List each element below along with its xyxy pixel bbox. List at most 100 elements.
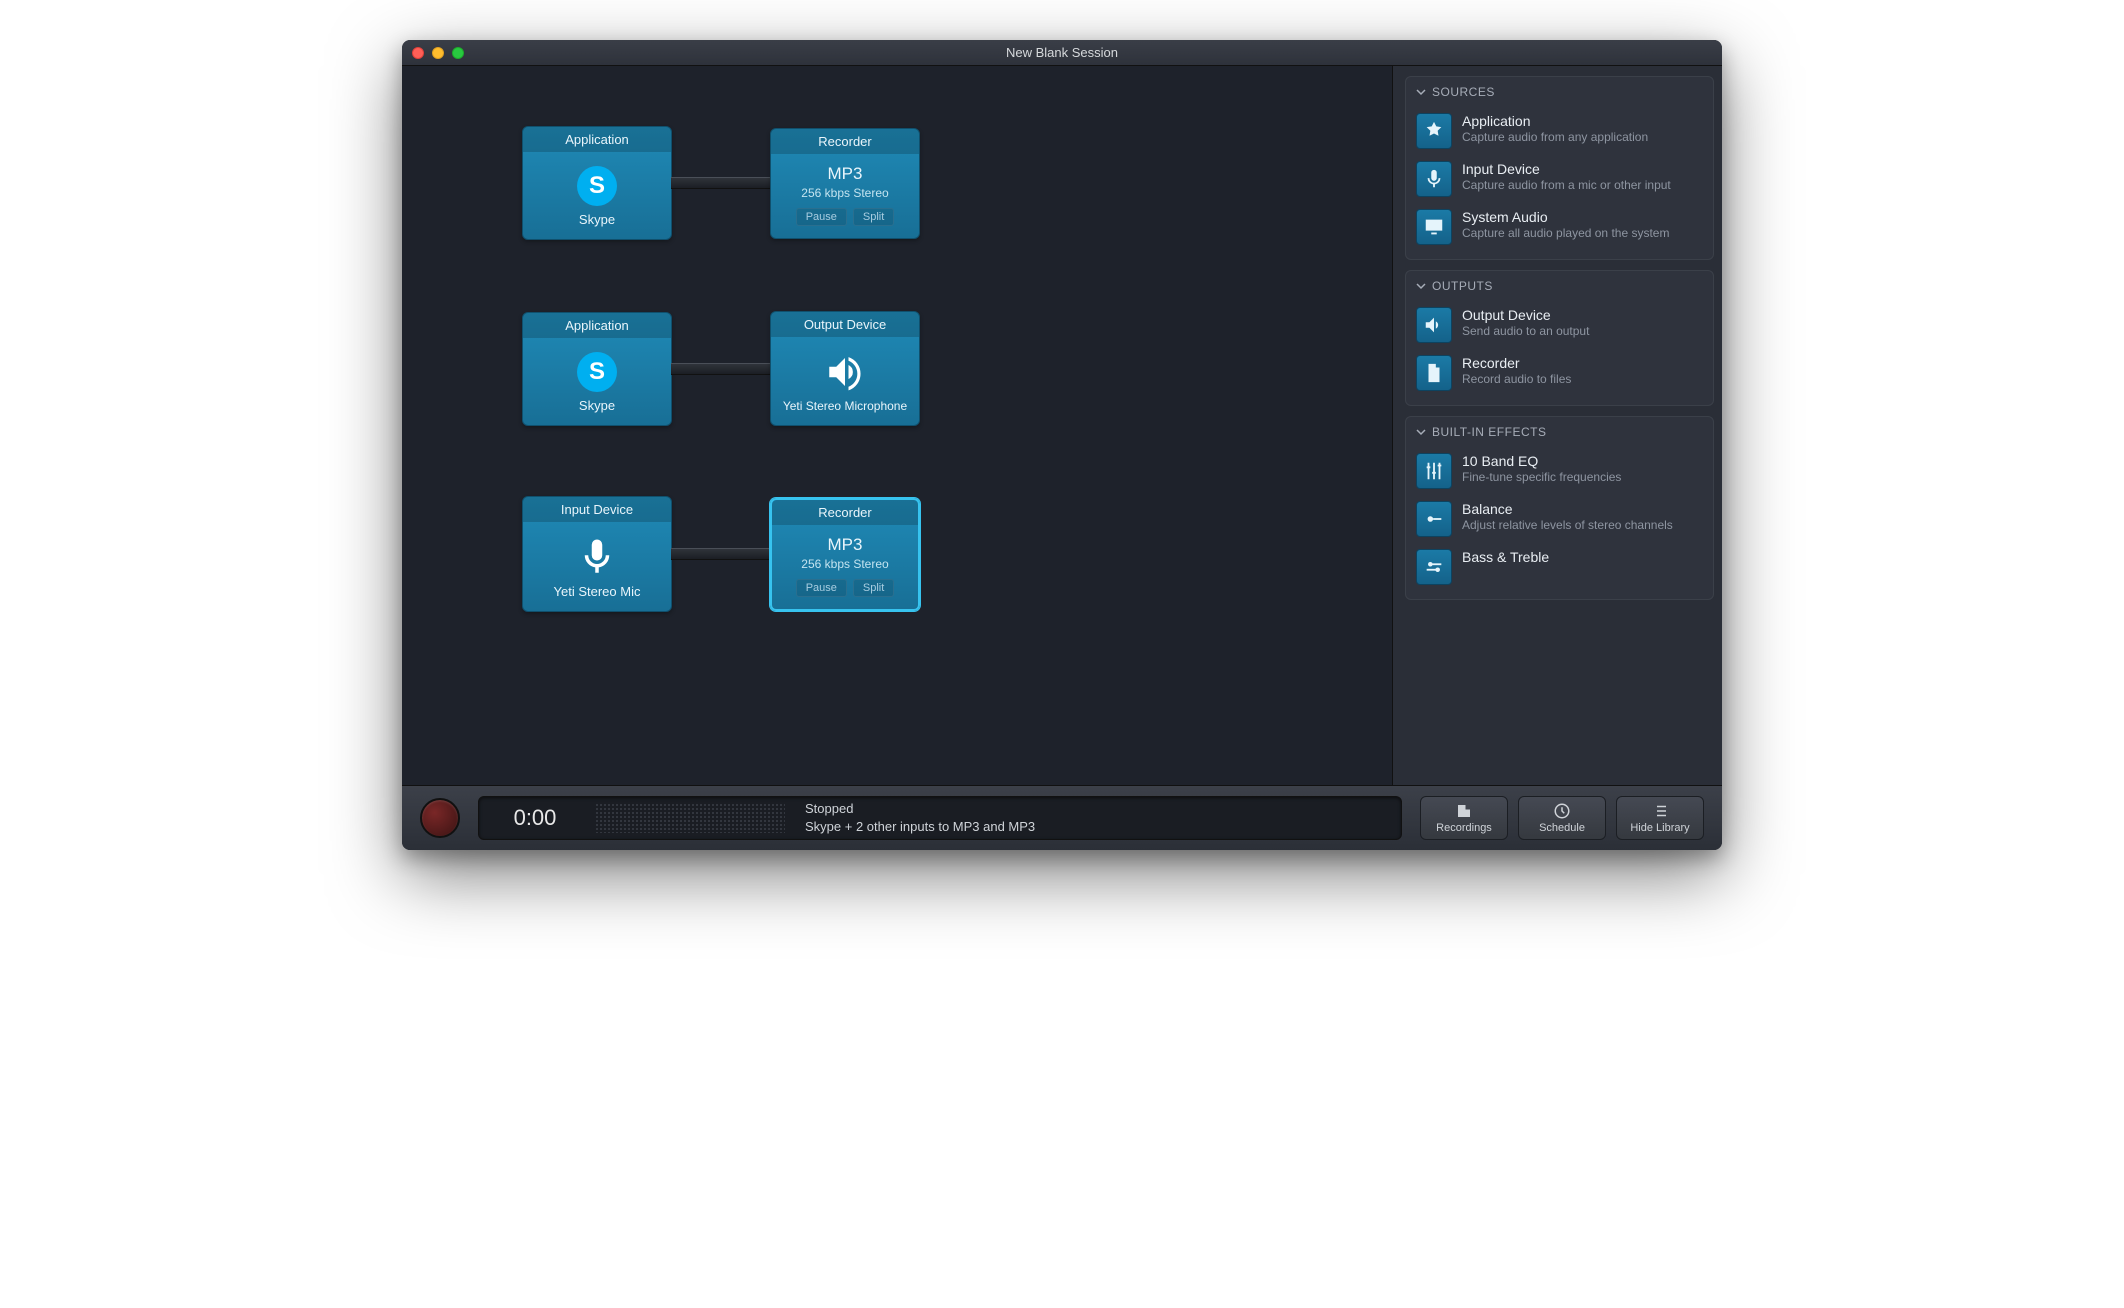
status-state: Stopped <box>805 800 1385 818</box>
effect-item-eq[interactable]: 10 Band EQ Fine-tune specific frequencie… <box>1406 447 1713 495</box>
pane-title: SOURCES <box>1432 85 1495 99</box>
button-label: Hide Library <box>1630 822 1689 834</box>
split-button[interactable]: Split <box>853 579 894 597</box>
source-node-input-device[interactable]: Input Device Yeti Stereo Mic <box>522 496 672 612</box>
item-title: Balance <box>1462 501 1703 517</box>
codec-label: MP3 <box>780 535 910 555</box>
node-label: Yeti Stereo Microphone <box>779 399 911 413</box>
dest-node-recorder[interactable]: Recorder MP3 256 kbps Stereo Pause Split <box>770 498 920 611</box>
chain: Input Device Yeti Stereo Mic Recorder MP… <box>522 496 920 612</box>
app-window: New Blank Session Application S Skype Re… <box>402 40 1722 850</box>
item-desc: Capture all audio played on the system <box>1462 226 1703 242</box>
minimize-button[interactable] <box>432 47 444 59</box>
level-meter <box>595 803 785 833</box>
button-label: Recordings <box>1436 822 1492 834</box>
pause-button[interactable]: Pause <box>796 208 847 226</box>
node-label: Yeti Stereo Mic <box>531 584 663 599</box>
node-label: Skype <box>531 398 663 413</box>
pause-button[interactable]: Pause <box>796 579 847 597</box>
recordings-icon <box>1455 802 1473 820</box>
node-header: Recorder <box>771 129 919 154</box>
hide-library-button[interactable]: Hide Library <box>1616 796 1704 840</box>
item-desc: Capture audio from a mic or other input <box>1462 178 1703 194</box>
chain: Application S Skype Recorder MP3 256 kbp… <box>522 126 920 240</box>
item-title: System Audio <box>1462 209 1703 225</box>
library-sidebar[interactable]: SOURCES Application Capture audio from a… <box>1392 66 1722 785</box>
item-title: Application <box>1462 113 1703 129</box>
source-item-system-audio[interactable]: System Audio Capture all audio played on… <box>1406 203 1713 251</box>
titlebar[interactable]: New Blank Session <box>402 40 1722 66</box>
chain: Application S Skype Output Device Yeti S… <box>522 311 920 426</box>
record-button[interactable] <box>420 798 460 838</box>
node-header: Output Device <box>771 312 919 337</box>
balance-icon <box>1416 501 1452 537</box>
sources-pane: SOURCES Application Capture audio from a… <box>1405 76 1714 260</box>
skype-icon: S <box>577 166 617 206</box>
mic-icon <box>1416 161 1452 197</box>
item-desc: Record audio to files <box>1462 372 1703 388</box>
button-label: Schedule <box>1539 822 1585 834</box>
connection-link[interactable] <box>671 363 771 375</box>
effects-pane: BUILT-IN EFFECTS 10 Band EQ Fine-tune sp… <box>1405 416 1714 600</box>
item-title: 10 Band EQ <box>1462 453 1703 469</box>
node-header: Input Device <box>523 497 671 522</box>
schedule-button[interactable]: Schedule <box>1518 796 1606 840</box>
source-item-application[interactable]: Application Capture audio from any appli… <box>1406 107 1713 155</box>
window-title: New Blank Session <box>1006 45 1118 60</box>
display-icon <box>1416 209 1452 245</box>
file-icon <box>1416 355 1452 391</box>
close-button[interactable] <box>412 47 424 59</box>
pane-header[interactable]: SOURCES <box>1406 77 1713 107</box>
content-area: Application S Skype Recorder MP3 256 kbp… <box>402 66 1722 785</box>
item-title: Input Device <box>1462 161 1703 177</box>
output-item-output-device[interactable]: Output Device Send audio to an output <box>1406 301 1713 349</box>
pane-title: BUILT-IN EFFECTS <box>1432 425 1546 439</box>
canvas[interactable]: Application S Skype Recorder MP3 256 kbp… <box>402 66 1392 785</box>
codec-detail: 256 kbps Stereo <box>779 186 911 200</box>
pane-header[interactable]: OUTPUTS <box>1406 271 1713 301</box>
source-node-application[interactable]: Application S Skype <box>522 312 672 426</box>
chevron-down-icon <box>1416 87 1426 97</box>
item-title: Output Device <box>1462 307 1703 323</box>
connection-link[interactable] <box>671 548 771 560</box>
sliders-icon <box>1416 453 1452 489</box>
output-item-recorder[interactable]: Recorder Record audio to files <box>1406 349 1713 397</box>
effect-item-bass-treble[interactable]: Bass & Treble <box>1406 543 1713 591</box>
speaker-icon <box>824 351 866 393</box>
node-header: Application <box>523 313 671 338</box>
effect-item-balance[interactable]: Balance Adjust relative levels of stereo… <box>1406 495 1713 543</box>
source-item-input-device[interactable]: Input Device Capture audio from a mic or… <box>1406 155 1713 203</box>
item-title: Bass & Treble <box>1462 549 1703 565</box>
status-lcd: 0:00 Stopped Skype + 2 other inputs to M… <box>478 796 1402 840</box>
pane-header[interactable]: BUILT-IN EFFECTS <box>1406 417 1713 447</box>
mic-icon <box>576 536 618 578</box>
item-title: Recorder <box>1462 355 1703 371</box>
item-desc: Fine-tune specific frequencies <box>1462 470 1703 486</box>
node-header: Application <box>523 127 671 152</box>
elapsed-time: 0:00 <box>495 805 575 831</box>
connection-link[interactable] <box>671 177 771 189</box>
codec-label: MP3 <box>779 164 911 184</box>
source-node-application[interactable]: Application S Skype <box>522 126 672 240</box>
chevron-down-icon <box>1416 281 1426 291</box>
item-desc: Send audio to an output <box>1462 324 1703 340</box>
traffic-lights <box>412 47 464 59</box>
footer-bar: 0:00 Stopped Skype + 2 other inputs to M… <box>402 785 1722 850</box>
outputs-pane: OUTPUTS Output Device Send audio to an o… <box>1405 270 1714 406</box>
node-label: Skype <box>531 212 663 227</box>
status-detail: Skype + 2 other inputs to MP3 and MP3 <box>805 818 1385 836</box>
pane-title: OUTPUTS <box>1432 279 1493 293</box>
node-header: Recorder <box>772 500 918 525</box>
item-desc: Adjust relative levels of stereo channel… <box>1462 518 1703 534</box>
split-button[interactable]: Split <box>853 208 894 226</box>
recordings-button[interactable]: Recordings <box>1420 796 1508 840</box>
zoom-button[interactable] <box>452 47 464 59</box>
appstore-icon <box>1416 113 1452 149</box>
dest-node-recorder[interactable]: Recorder MP3 256 kbps Stereo Pause Split <box>770 128 920 239</box>
item-desc: Capture audio from any application <box>1462 130 1703 146</box>
dest-node-output-device[interactable]: Output Device Yeti Stereo Microphone <box>770 311 920 426</box>
skype-icon: S <box>577 352 617 392</box>
list-icon <box>1651 802 1669 820</box>
codec-detail: 256 kbps Stereo <box>780 557 910 571</box>
balance-icon <box>1416 549 1452 585</box>
